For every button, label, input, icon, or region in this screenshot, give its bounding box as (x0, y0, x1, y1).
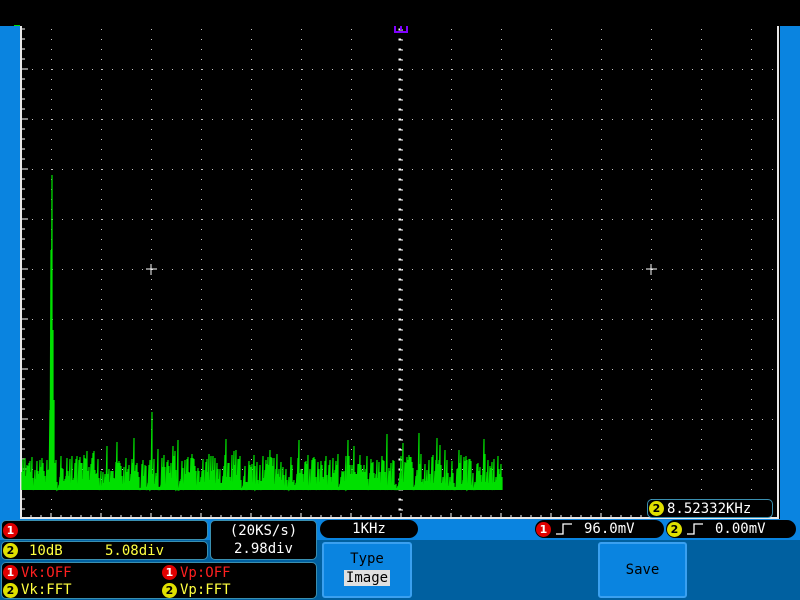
channel1-badge: 1 (3, 522, 18, 538)
fft-trace (21, 174, 503, 492)
frequency-readout: 2 8.52332KHz (647, 499, 773, 518)
channel2-badge: 2 (3, 582, 18, 598)
type-label: Type (350, 551, 384, 567)
cursor-info: 1 Vk:OFF 1 Vp:OFF 2 Vk:FFT 2 Vp:FFT (1, 562, 317, 599)
fft-plot (0, 25, 779, 519)
frequency-value: 8.52332KHz (667, 500, 752, 517)
trigger-position-icon (394, 26, 408, 33)
channel2-info: 2 10dB 5.08div (1, 541, 208, 560)
rising-edge-icon (556, 523, 572, 535)
ch2-vp: Vp:FFT (180, 582, 231, 598)
channel2-position: 5.08div (105, 542, 165, 559)
timebase-info: (20KS/s) 2.98div (210, 520, 317, 560)
channel1-badge: 1 (3, 565, 18, 580)
channel2-badge: 2 (667, 521, 682, 537)
channel2-badge: 2 (649, 501, 664, 516)
ch1-vk: Vk:OFF (21, 564, 72, 581)
type-button[interactable]: Type Image (322, 542, 412, 598)
save-label: Save (625, 562, 660, 578)
channel2-badge: 2 (3, 543, 18, 558)
trigger1-level: 96.0mV (584, 521, 635, 537)
ch1-vp: Vp:OFF (180, 564, 231, 581)
trigger2-level: 0.00mV (715, 521, 766, 537)
channel1-info: 1 (1, 520, 208, 540)
sample-rate: (20KS/s) (229, 523, 298, 539)
horizontal-position: 2.98div (233, 541, 293, 557)
span-value: 1KHz (352, 521, 386, 537)
left-bar (0, 26, 20, 519)
right-bar (780, 26, 800, 519)
type-value: Image (343, 570, 391, 586)
rising-edge-icon (687, 523, 703, 535)
fft-span: 1KHz (320, 520, 418, 538)
channel1-badge: 1 (536, 521, 551, 537)
channel2-scale: 10dB (29, 542, 63, 559)
save-button[interactable]: Save (598, 542, 687, 598)
channel1-badge: 1 (162, 565, 177, 580)
ch2-vk: Vk:FFT (21, 582, 72, 598)
channel2-badge: 2 (162, 582, 177, 598)
waveform-display (0, 0, 800, 520)
trigger1-info: 1 96.0mV (535, 520, 664, 538)
trigger2-info: 2 0.00mV (666, 520, 796, 538)
